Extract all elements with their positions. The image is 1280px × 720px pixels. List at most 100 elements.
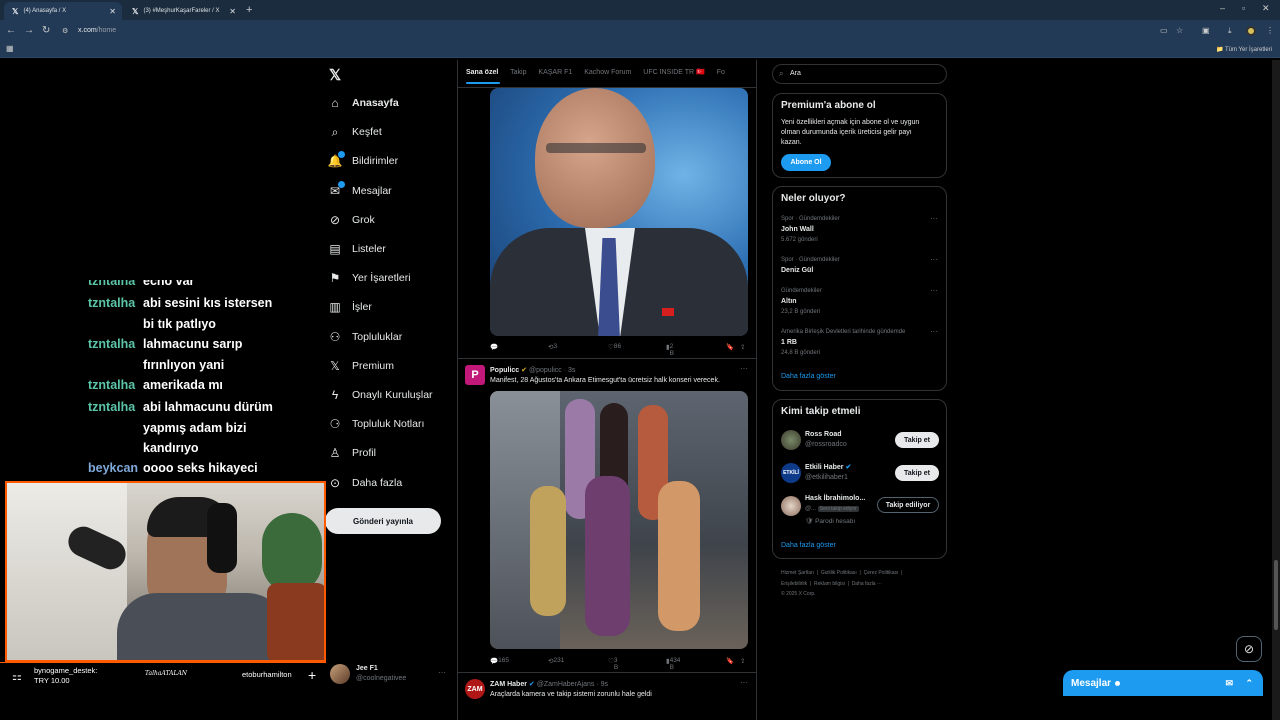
browser-tab-hashtag[interactable]: 𝕏 (3) #MeşhurKaşarFareler / X ✕ (124, 2, 242, 20)
all-bookmarks-link[interactable]: 📁 Tüm Yer İşaretleri (1216, 46, 1272, 53)
footer-link[interactable]: Erişilebilirlik (781, 581, 807, 587)
account-handle: @coolnegativee (356, 675, 407, 682)
trend-name[interactable]: John Wall (781, 226, 814, 233)
follow-button[interactable]: Takip et (895, 432, 939, 448)
author-name[interactable]: ZAM Haber (490, 681, 527, 688)
grok-icon[interactable]: ⊘ (1236, 636, 1262, 662)
tab-search-icon[interactable]: ▣ (1202, 26, 1210, 35)
messages-drawer[interactable]: Mesajlar ✉ ⌃ (1063, 670, 1263, 696)
download-icon[interactable]: ⤓ (1228, 26, 1232, 36)
retweet-button[interactable]: ⟲ 231 (548, 657, 564, 665)
tab-kasar-f1[interactable]: KAŞAR F1 (538, 69, 572, 76)
menu-dots-icon[interactable]: ⋮ (1266, 26, 1274, 35)
footer-link[interactable]: Çerez Politikası (864, 570, 899, 576)
who-show-more[interactable]: Daha fazla göster (781, 542, 836, 549)
trend-more-icon[interactable]: ··· (930, 286, 938, 295)
like-button[interactable]: ♡ 3 B (608, 657, 618, 671)
trend-more-icon[interactable]: ··· (930, 214, 938, 223)
sidebar-item-listeler[interactable]: ▤ Listeler (328, 242, 386, 256)
populicc-avatar[interactable]: P (465, 365, 485, 385)
trend-name[interactable]: 1 RB (781, 339, 797, 346)
tweet-image[interactable] (490, 391, 748, 649)
sidebar-item-label: Bildirimler (352, 155, 399, 168)
search-input[interactable]: ⌕ Ara (772, 64, 947, 84)
footer-link[interactable]: Hizmet Şartları (781, 570, 814, 576)
sidebar-item-profil[interactable]: ♙ Profil (328, 446, 376, 460)
maximize-icon[interactable]: ▫ (1242, 3, 1245, 13)
like-button[interactable]: ♡ 86 (608, 343, 621, 351)
sidebar-item-onaylı-kuruluşlar[interactable]: ϟ Onaylı Kuruluşlar (328, 388, 433, 402)
post-button[interactable]: Gönderi yayınla (325, 508, 441, 534)
suggest-name[interactable]: Etkili Haber ✔ (805, 463, 851, 471)
footer-link[interactable]: Reklam bilgisi (814, 581, 845, 587)
sidebar-item-i-şler[interactable]: ▥ İşler (328, 300, 372, 314)
trends-show-more[interactable]: Daha fazla göster (781, 373, 836, 380)
forward-icon[interactable]: → (24, 25, 34, 36)
sidebar-item-yer-i-şaretleri[interactable]: ⚑ Yer İşaretleri (328, 271, 411, 285)
subscribe-button[interactable]: Abone Ol (781, 154, 831, 171)
zam-haber-avatar[interactable]: ZAM (465, 679, 485, 699)
footer-link[interactable]: Daha fazla ··· (852, 581, 882, 587)
scrollbar[interactable] (1272, 60, 1280, 720)
minimize-icon[interactable]: – (1220, 3, 1225, 13)
tab-for-you[interactable]: Sana özel (466, 69, 498, 76)
tweet-image[interactable] (490, 88, 748, 336)
trend-more-icon[interactable]: ··· (930, 327, 938, 336)
trend-name[interactable]: Deniz Gül (781, 267, 813, 274)
tab-more[interactable]: Fo (717, 69, 725, 76)
tab-ufc-inside[interactable]: UFC INSIDE TR 🇹🇷 (643, 69, 704, 76)
avatar[interactable] (781, 496, 801, 516)
cast-icon[interactable]: ▭ (1160, 26, 1168, 35)
scrollbar-thumb[interactable] (1274, 560, 1278, 630)
sidebar-item-mesajlar[interactable]: ✉ Mesajlar (328, 180, 392, 198)
sidebar-item-topluluklar[interactable]: ⚇ Topluluklar (328, 330, 403, 344)
suggest-name[interactable]: Ross Road (805, 431, 842, 438)
tweet-more-icon[interactable]: ··· (740, 364, 748, 373)
trend-name[interactable]: Altın (781, 298, 797, 305)
views-button[interactable]: ▮ 434 B (666, 657, 680, 671)
reply-button[interactable]: 💬 165 (490, 657, 509, 665)
site-info-icon[interactable]: ⚙ (62, 27, 68, 35)
sidebar-item-keşfet[interactable]: ⌕ Keşfet (328, 125, 382, 139)
tab-kachow-forum[interactable]: Kachow Forum (584, 69, 631, 76)
views-button[interactable]: ▮ 2 B (666, 343, 674, 357)
expand-icon[interactable]: ⌃ (1245, 678, 1253, 689)
star-icon[interactable]: ☆ (1176, 26, 1183, 35)
account-more-icon[interactable]: ··· (438, 668, 446, 677)
bookmark-icon[interactable]: 🔖 (726, 343, 734, 351)
sidebar-item-topluluk-notları[interactable]: ⚆ Topluluk Notları (328, 417, 425, 431)
close-icon[interactable]: ✕ (229, 7, 236, 16)
browser-tab-home[interactable]: 𝕏 (4) Anasayfa / X ✕ (4, 2, 122, 20)
avatar[interactable]: ETKİLİ (781, 463, 801, 483)
compose-message-icon[interactable]: ✉ (1225, 678, 1233, 689)
suggest-name[interactable]: Hask İbrahimolo... (805, 495, 865, 502)
footer-link[interactable]: Gizlilik Politikası (821, 570, 857, 576)
share-icon[interactable]: ⇪ (740, 343, 745, 351)
tab-following[interactable]: Takip (510, 69, 526, 76)
sidebar-item-premium[interactable]: 𝕏 Premium (328, 359, 394, 373)
sidebar-item-anasayfa[interactable]: ⌂ Anasayfa (328, 96, 398, 110)
apps-icon[interactable]: ▦ (6, 44, 14, 53)
sidebar-item-bildirimler[interactable]: 🔔 Bildirimler (328, 151, 399, 168)
share-icon[interactable]: ⇪ (740, 657, 745, 665)
sidebar-item-daha-fazla[interactable]: ⊙ Daha fazla (328, 476, 402, 490)
x-logo-icon[interactable]: 𝕏 (329, 66, 341, 84)
account-avatar[interactable] (330, 664, 350, 684)
new-tab-icon[interactable]: + (246, 4, 252, 16)
avatar[interactable] (781, 430, 801, 450)
window-close-icon[interactable]: ✕ (1262, 3, 1270, 14)
profile-avatar[interactable] (1246, 26, 1256, 36)
reload-icon[interactable]: ↻ (42, 25, 50, 36)
address-bar[interactable]: x.com/home (78, 27, 116, 34)
back-icon[interactable]: ← (6, 25, 16, 36)
author-name[interactable]: Populicc (490, 367, 519, 374)
tweet-more-icon[interactable]: ··· (740, 678, 748, 687)
close-icon[interactable]: ✕ (109, 7, 116, 16)
sidebar-item-grok[interactable]: ⊘ Grok (328, 213, 375, 227)
following-button[interactable]: Takip ediliyor (877, 497, 939, 513)
retweet-button[interactable]: ⟲ 3 (548, 343, 557, 351)
reply-icon[interactable]: 💬 (490, 343, 498, 351)
follow-button[interactable]: Takip et (895, 465, 939, 481)
trend-more-icon[interactable]: ··· (930, 255, 938, 264)
bookmark-icon[interactable]: 🔖 (726, 657, 734, 665)
